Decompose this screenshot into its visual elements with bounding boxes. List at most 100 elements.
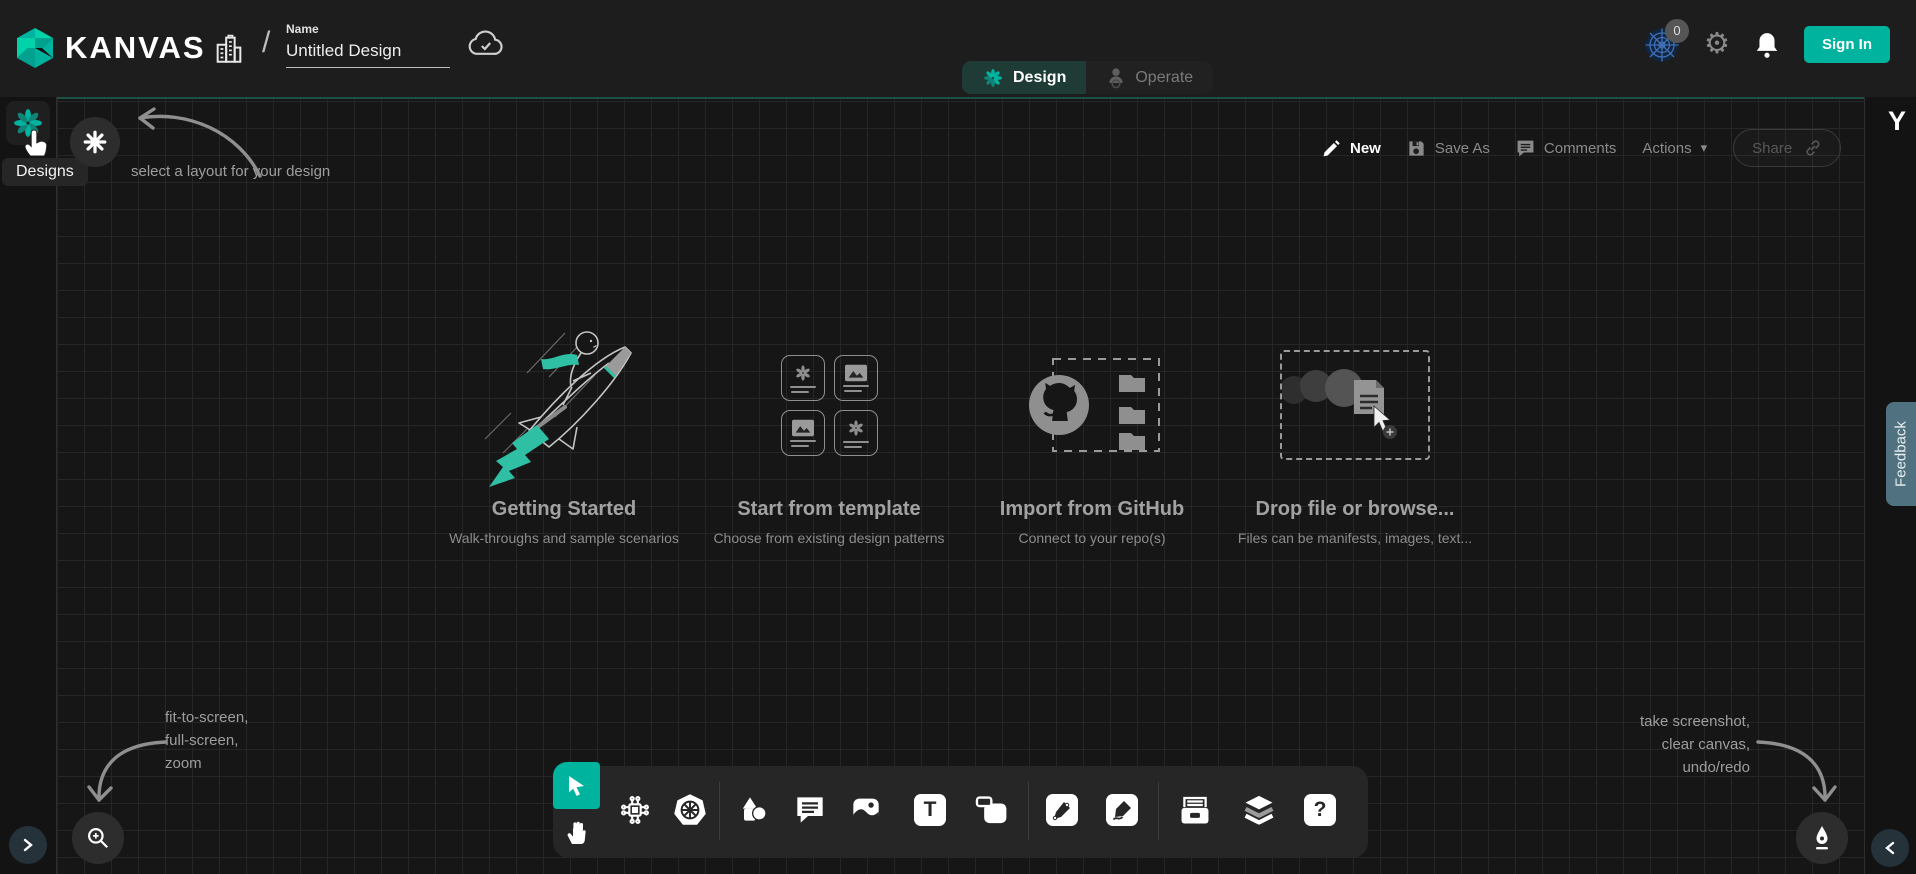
share-link-icon: [1804, 139, 1822, 157]
pan-tool-button[interactable]: [553, 809, 600, 856]
app-header: KANVAS / Name: [0, 0, 1916, 97]
kubernetes-tool-button[interactable]: [668, 788, 712, 832]
pencil-sketch-icon: [1106, 794, 1138, 826]
components-tool-button[interactable]: [613, 788, 657, 832]
hand-tool-icon: [564, 820, 590, 846]
components-icon: [618, 793, 652, 827]
save-as-button[interactable]: Save As: [1407, 139, 1490, 158]
operate-icon: [1106, 67, 1126, 89]
github-illustration: [972, 320, 1212, 490]
template-grid-illustration: [709, 320, 949, 490]
comments-icon: [1516, 139, 1535, 158]
name-field-label: Name: [286, 22, 450, 36]
pen-nib-icon: [1810, 825, 1834, 851]
kanvas-logo-icon: [15, 26, 55, 70]
help-question-icon: ?: [1304, 794, 1336, 826]
design-pinwheel-icon: [982, 67, 1004, 89]
chevron-right-icon: [21, 838, 35, 852]
tool-dock: T: [553, 766, 1368, 858]
card-title: Getting Started: [444, 498, 684, 521]
sketch-tool-button[interactable]: [1100, 788, 1144, 832]
brand[interactable]: KANVAS: [15, 26, 206, 70]
help-tool-button[interactable]: ?: [1298, 788, 1342, 832]
feedback-tab[interactable]: Feedback: [1886, 402, 1916, 506]
layers-icon: [1242, 794, 1276, 826]
text-tool-button[interactable]: T: [908, 788, 952, 832]
tab-operate-label: Operate: [1135, 69, 1193, 87]
select-tool-button[interactable]: [553, 762, 600, 809]
organization-icon[interactable]: [212, 32, 246, 66]
template-thumb-pinwheel: [781, 355, 825, 401]
tab-design-label: Design: [1013, 69, 1066, 87]
node-tool-button[interactable]: [970, 788, 1014, 832]
designs-pinwheel-icon: [11, 106, 45, 140]
text-T-icon: T: [914, 794, 946, 826]
notifications-bell-icon[interactable]: [1754, 31, 1780, 59]
dock-divider: [1158, 782, 1159, 840]
layout-select-button[interactable]: [70, 117, 120, 167]
shapes-icon: [738, 794, 770, 826]
collapse-right-panel-button[interactable]: [1871, 829, 1909, 867]
layers-tool-button[interactable]: [1237, 788, 1281, 832]
layer5-y-logo: Y: [1888, 106, 1906, 137]
comment-tool-button[interactable]: [788, 788, 832, 832]
rocket-illustration: [444, 320, 684, 490]
new-button[interactable]: New: [1322, 139, 1381, 158]
tab-operate[interactable]: Operate: [1086, 61, 1213, 94]
notification-badge: 0: [1665, 19, 1689, 43]
card-subtitle: Choose from existing design patterns: [709, 530, 949, 546]
design-name-field: Name: [286, 22, 450, 68]
cloud-saved-icon[interactable]: [466, 28, 506, 58]
card-title: Import from GitHub: [972, 498, 1212, 521]
template-thumb-pinwheel: [834, 410, 878, 456]
design-name-input[interactable]: [286, 39, 450, 68]
save-floppy-icon: [1407, 139, 1426, 158]
start-from-template-card[interactable]: Start from template Choose from existing…: [709, 320, 949, 546]
chevron-left-icon: [1883, 841, 1897, 855]
dock-divider: [719, 782, 720, 840]
canvas-action-hints: take screenshot, clear canvas, undo/redo: [1548, 710, 1750, 779]
header-right-cluster: 0 ⚙ Sign In: [1644, 26, 1890, 63]
getting-started-card[interactable]: Getting Started Walk-throughs and sample…: [444, 320, 684, 546]
pen-path-icon: [1046, 794, 1078, 826]
card-subtitle: Files can be manifests, images, text...: [1235, 530, 1475, 546]
import-from-github-card[interactable]: Import from GitHub Connect to your repo(…: [972, 320, 1212, 546]
actions-dropdown[interactable]: Actions ▾: [1642, 140, 1707, 157]
template-thumb-image: [834, 355, 878, 401]
drop-file-card[interactable]: Drop file or browse... Files can be mani…: [1235, 320, 1475, 546]
kubernetes-icon: [672, 792, 708, 828]
new-pencil-icon: [1322, 139, 1341, 158]
user-avatar[interactable]: 0: [1644, 27, 1680, 63]
layout-asterisk-icon: [82, 129, 108, 155]
node-frame-icon: [975, 795, 1009, 825]
image-tool-button[interactable]: [844, 788, 888, 832]
zoom-hints: fit-to-screen, full-screen, zoom: [165, 706, 248, 775]
comment-bubble-icon: [794, 794, 826, 826]
breadcrumb-slash: /: [262, 26, 270, 60]
drawer-icon: [1178, 794, 1212, 826]
zoom-button[interactable]: [72, 812, 124, 864]
sidebar-item-designs[interactable]: [6, 101, 50, 145]
image-icon: [850, 794, 882, 826]
brand-wordmark: KANVAS: [65, 30, 206, 66]
pen-path-tool-button[interactable]: [1040, 788, 1084, 832]
settings-gear-icon[interactable]: ⚙: [1704, 30, 1730, 59]
template-thumb-image: [781, 410, 825, 456]
designs-tooltip: Designs: [2, 158, 88, 186]
mode-tabs: Design Operate: [962, 61, 1213, 94]
pen-mode-button[interactable]: [1796, 812, 1848, 864]
tab-design[interactable]: Design: [962, 61, 1086, 94]
expand-left-panel-button[interactable]: [9, 826, 47, 864]
sign-in-button[interactable]: Sign In: [1804, 26, 1890, 63]
drop-file-illustration: [1235, 320, 1475, 490]
comments-button[interactable]: Comments: [1516, 139, 1617, 158]
feedback-label: Feedback: [1893, 421, 1910, 487]
drop-zone[interactable]: [1280, 350, 1430, 460]
card-subtitle: Connect to your repo(s): [972, 530, 1212, 546]
card-title: Drop file or browse...: [1235, 498, 1475, 521]
layout-hint-text: select a layout for your design: [131, 160, 330, 183]
share-button[interactable]: Share: [1733, 129, 1841, 167]
design-actions-bar: New Save As Comments Actions ▾ Share: [1322, 128, 1841, 168]
shapes-tool-button[interactable]: [732, 788, 776, 832]
drawer-tool-button[interactable]: [1173, 788, 1217, 832]
